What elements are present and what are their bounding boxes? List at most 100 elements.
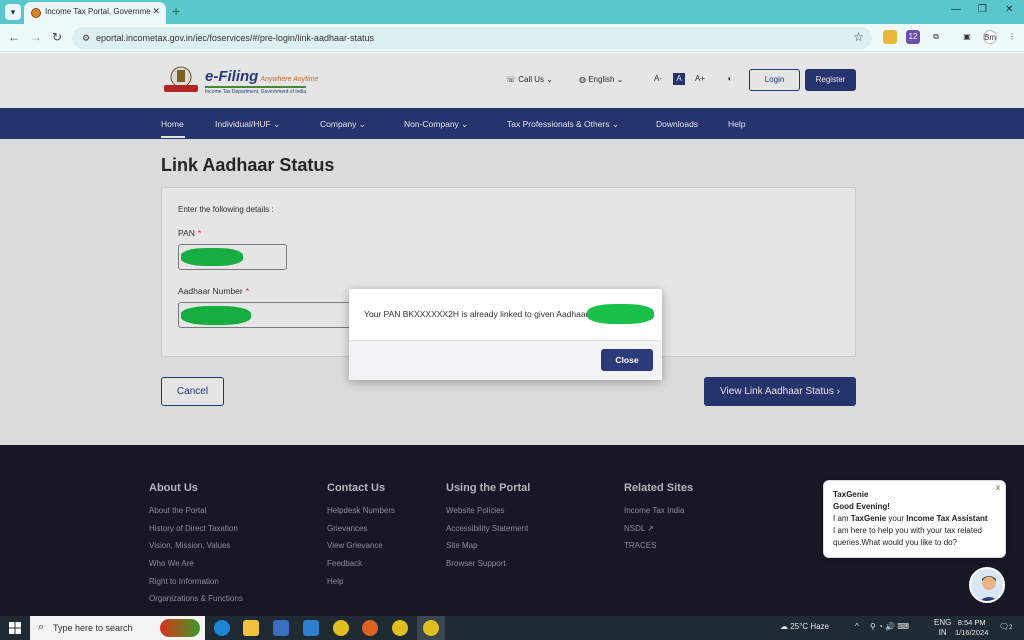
nav-home[interactable]: Home xyxy=(161,119,184,129)
footer-link[interactable]: Right to Information xyxy=(149,577,243,595)
nav-individual-huf[interactable]: Individual/HUF ⌄ xyxy=(215,119,280,130)
search-icon: ⌕ xyxy=(38,621,45,633)
taxgenie-avatar[interactable] xyxy=(969,567,1005,603)
pan-input[interactable] xyxy=(178,244,287,270)
extension-badge-icon[interactable]: 12 xyxy=(906,30,920,44)
restore-icon[interactable]: ❐ xyxy=(978,4,987,15)
chat-body-line: I am here to help you with your tax rela… xyxy=(833,526,982,535)
firefox-app-icon[interactable] xyxy=(362,620,378,636)
mail-app-icon[interactable] xyxy=(303,620,319,636)
reload-icon[interactable]: ↻ xyxy=(52,30,62,44)
footer-heading: Contact Us xyxy=(327,482,386,494)
windows-start-icon[interactable] xyxy=(9,622,21,634)
efiling-logo-text[interactable]: e-Filing Anywhere Anytime xyxy=(205,68,318,85)
address-bar[interactable]: ⚙ eportal.incometax.gov.in/iec/foservice… xyxy=(72,27,872,49)
font-increase-button[interactable]: A+ xyxy=(694,73,706,85)
tab-search-button[interactable]: ▾ xyxy=(5,4,21,20)
font-normal-button[interactable]: A xyxy=(673,73,685,85)
logo-subtitle: Income Tax Department, Government of Ind… xyxy=(205,86,307,95)
login-button[interactable]: Login xyxy=(749,69,800,91)
page-title: Link Aadhaar Status xyxy=(161,155,335,175)
footer-link[interactable]: Help xyxy=(327,577,395,595)
footer-link[interactable]: View Grievance xyxy=(327,541,395,559)
chat-body-line: queries.What would you like to do? xyxy=(833,538,958,547)
footer-link[interactable]: Income Tax India xyxy=(624,506,693,524)
taskbar-clock[interactable]: 8:54 PM 1/16/2024 xyxy=(955,618,988,638)
browser-tab[interactable]: Income Tax Portal, Government ✕ xyxy=(24,2,166,24)
chrome-app-icon[interactable] xyxy=(333,620,349,636)
file-explorer-icon[interactable] xyxy=(243,620,259,636)
tab-close-icon[interactable]: ✕ xyxy=(152,6,160,17)
new-tab-button[interactable]: + xyxy=(172,3,180,19)
taxgenie-chat-popup: x TaxGenie Good Evening! I am TaxGenie y… xyxy=(823,480,1006,558)
language-dropdown[interactable]: ◍ English ⌄ xyxy=(579,75,623,84)
footer-link[interactable]: Website Policies xyxy=(446,506,530,524)
footer-link[interactable]: Vision, Mission, Values xyxy=(149,541,243,559)
footer-heading: Related Sites xyxy=(624,482,694,494)
register-button[interactable]: Register xyxy=(805,69,856,91)
system-tray-icons[interactable]: ⚲ ◔ 🔊 ⌨ xyxy=(870,622,909,631)
footer-link[interactable]: Browser Support xyxy=(446,559,530,577)
minimize-icon[interactable]: — xyxy=(951,4,961,15)
cancel-button[interactable]: Cancel xyxy=(161,377,224,406)
footer-link[interactable]: History of Direct Taxation xyxy=(149,524,243,542)
show-hidden-icons[interactable]: ^ xyxy=(855,622,859,631)
extension-icon[interactable] xyxy=(883,30,897,44)
footer-link[interactable]: Feedback xyxy=(327,559,395,577)
bookmark-star-icon[interactable]: ☆ xyxy=(853,30,864,44)
nav-non-company[interactable]: Non-Company ⌄ xyxy=(404,119,468,130)
footer-contact-us: Contact Us Helpdesk Numbers Grievances V… xyxy=(327,482,395,594)
puzzle-extensions-icon[interactable]: ⧉ xyxy=(929,30,943,44)
footer-link[interactable]: About the Portal xyxy=(149,506,243,524)
browser-tab-strip: ▾ Income Tax Portal, Government ✕ + — ❐ … xyxy=(0,0,1024,24)
forward-icon[interactable]: → xyxy=(30,30,42,44)
chat-close-icon[interactable]: x xyxy=(996,483,1000,492)
nav-downloads[interactable]: Downloads xyxy=(656,119,698,129)
nav-active-indicator xyxy=(161,136,185,138)
close-button[interactable]: Close xyxy=(601,349,653,371)
search-placeholder[interactable]: Type here to search xyxy=(53,623,133,633)
footer-link[interactable]: Accessibility Statement xyxy=(446,524,530,542)
footer-link[interactable]: TRACES xyxy=(624,541,693,559)
nav-tax-professionals[interactable]: Tax Professionals & Others ⌄ xyxy=(507,119,619,130)
aadhaar-input[interactable] xyxy=(178,302,378,328)
tab-title: Income Tax Portal, Government xyxy=(45,7,151,16)
window-close-icon[interactable]: ✕ xyxy=(1005,4,1013,15)
link-status-dialog: Your PAN BKXXXXXX2H is already linked to… xyxy=(349,289,662,380)
footer-link[interactable]: Who We Are xyxy=(149,559,243,577)
chrome-active-icon[interactable] xyxy=(423,620,439,636)
chilli-peppers-search-icon xyxy=(160,619,200,637)
edge-app-icon[interactable] xyxy=(214,620,230,636)
taskbar-search[interactable]: ⌕ Type here to search xyxy=(30,616,205,640)
notification-center-icon[interactable]: 🗨2 xyxy=(999,622,1013,631)
dialog-footer: Close xyxy=(349,340,662,380)
footer-using-portal: Using the Portal Website Policies Access… xyxy=(446,482,530,577)
profile-avatar[interactable]: Bm xyxy=(983,30,997,44)
view-link-aadhaar-status-button[interactable]: View Link Aadhaar Status › xyxy=(704,377,856,406)
contrast-toggle-icon[interactable]: ◐ xyxy=(724,73,736,85)
footer-link[interactable]: Site Map xyxy=(446,541,530,559)
language-indicator[interactable]: ENG IN xyxy=(934,618,951,638)
browser-toolbar: ← → ↻ ⚙ eportal.incometax.gov.in/iec/fos… xyxy=(0,24,1024,52)
chrome-profile-icon[interactable] xyxy=(392,620,408,636)
url-text[interactable]: eportal.incometax.gov.in/iec/foservices/… xyxy=(96,33,374,43)
nav-help[interactable]: Help xyxy=(728,119,745,129)
store-app-icon[interactable] xyxy=(273,620,289,636)
emblem-favicon-icon xyxy=(31,8,41,18)
chat-bot-name: TaxGenie xyxy=(833,490,869,499)
footer-link[interactable]: Helpdesk Numbers xyxy=(327,506,395,524)
back-icon[interactable]: ← xyxy=(8,30,20,44)
call-us-dropdown[interactable]: ☏ Call Us ⌄ xyxy=(506,75,553,84)
site-info-icon[interactable]: ⚙ xyxy=(80,32,92,44)
nav-company[interactable]: Company ⌄ xyxy=(320,119,366,130)
footer-related-sites: Related Sites Income Tax India NSDL ↗ TR… xyxy=(624,482,693,559)
side-panel-icon[interactable]: ▣ xyxy=(960,30,974,44)
redaction-mark xyxy=(587,304,654,324)
footer-link[interactable]: NSDL ↗ xyxy=(624,524,693,542)
footer-link[interactable]: Organizations & Functions xyxy=(149,594,243,612)
footer-link[interactable]: Grievances xyxy=(327,524,395,542)
weather-widget[interactable]: ☁ 25°C Haze xyxy=(780,622,829,631)
footer-about-us: About Us About the Portal History of Dir… xyxy=(149,482,243,612)
font-decrease-button[interactable]: A- xyxy=(652,73,664,85)
browser-menu-icon[interactable]: ⋮ xyxy=(1005,30,1019,44)
